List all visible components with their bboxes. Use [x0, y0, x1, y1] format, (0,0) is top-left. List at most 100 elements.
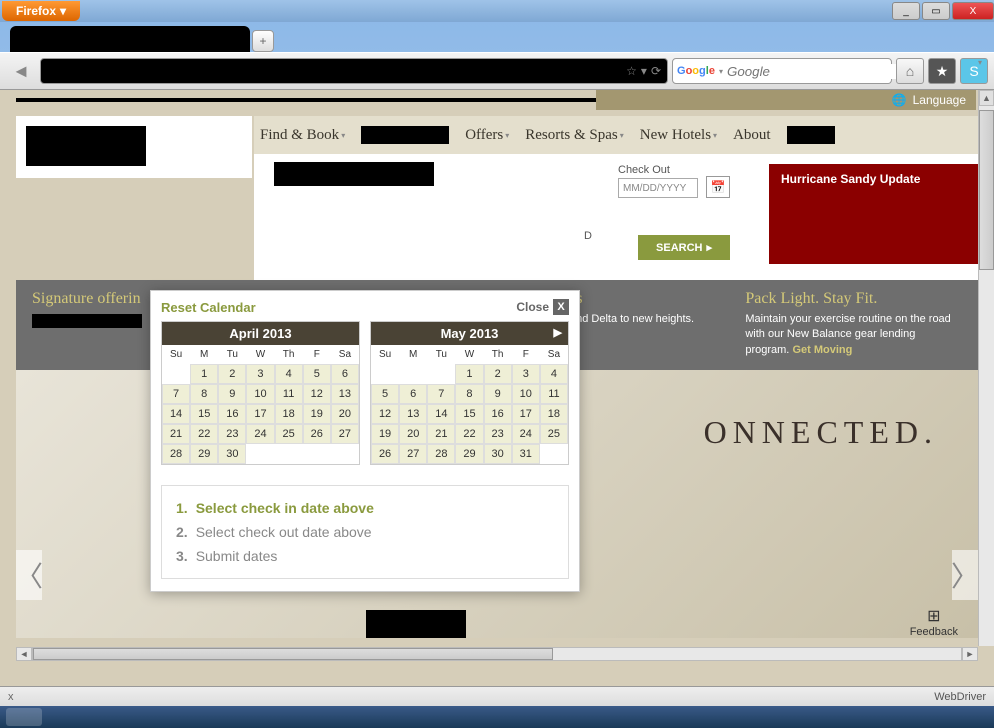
calendar-day[interactable]: 4 — [275, 364, 303, 384]
calendar-day[interactable]: 2 — [484, 364, 512, 384]
back-button[interactable]: ◄ — [6, 57, 36, 85]
calendar-day[interactable]: 6 — [399, 384, 427, 404]
calendar-day[interactable]: 4 — [540, 364, 568, 384]
calendar-day[interactable]: 30 — [218, 444, 246, 464]
calendar-day[interactable]: 5 — [303, 364, 331, 384]
calendar-day[interactable]: 13 — [399, 404, 427, 424]
calendar-day[interactable]: 9 — [484, 384, 512, 404]
logo[interactable] — [26, 126, 146, 166]
calendar-day[interactable]: 17 — [512, 404, 540, 424]
calendar-day[interactable]: 22 — [455, 424, 483, 444]
calendar-day[interactable]: 10 — [246, 384, 274, 404]
status-close-icon[interactable]: x — [8, 691, 14, 703]
calendar-day[interactable]: 23 — [484, 424, 512, 444]
calendar-day[interactable]: 7 — [427, 384, 455, 404]
carousel-prev-button[interactable]: 〈 — [16, 550, 42, 600]
calendar-day[interactable]: 12 — [303, 384, 331, 404]
calendar-day[interactable]: 6 — [331, 364, 359, 384]
feedback-button[interactable]: ⊞ Feedback — [910, 606, 958, 638]
checkout-input[interactable] — [618, 178, 698, 198]
calendar-day[interactable]: 29 — [455, 444, 483, 464]
dropdown-icon[interactable]: ▾ — [719, 67, 723, 76]
calendar-day[interactable]: 27 — [331, 424, 359, 444]
calendar-day[interactable]: 18 — [275, 404, 303, 424]
home-button[interactable]: ⌂ — [896, 58, 924, 84]
maximize-button[interactable]: ▭ — [922, 2, 950, 20]
calendar-day[interactable]: 28 — [162, 444, 190, 464]
calendar-day[interactable]: 13 — [331, 384, 359, 404]
calendar-day[interactable]: 27 — [399, 444, 427, 464]
start-button[interactable] — [6, 708, 42, 726]
calendar-day[interactable]: 3 — [246, 364, 274, 384]
alert-box[interactable]: Hurricane Sandy Update — [769, 164, 979, 264]
dropdown-icon[interactable]: ▾ — [641, 64, 647, 78]
scroll-right-button[interactable]: ► — [962, 647, 978, 661]
calendar-day[interactable]: 10 — [512, 384, 540, 404]
calendar-icon[interactable]: 📅 — [706, 176, 730, 198]
calendar-day[interactable]: 20 — [331, 404, 359, 424]
scroll-thumb[interactable] — [979, 110, 994, 270]
carousel-next-button[interactable]: 〉 — [952, 550, 978, 600]
horizontal-scrollbar[interactable]: ◄ ► — [16, 646, 978, 662]
minimize-button[interactable]: _ — [892, 2, 920, 20]
calendar-day[interactable]: 14 — [427, 404, 455, 424]
vertical-scrollbar[interactable]: ▲ — [978, 90, 994, 646]
calendar-day[interactable]: 16 — [218, 404, 246, 424]
skype-icon[interactable]: S — [960, 58, 988, 84]
calendar-day[interactable]: 23 — [218, 424, 246, 444]
calendar-day[interactable]: 26 — [371, 444, 399, 464]
language-link[interactable]: Language — [913, 93, 966, 107]
calendar-day[interactable]: 7 — [162, 384, 190, 404]
calendar-day[interactable]: 3 — [512, 364, 540, 384]
calendar-day[interactable]: 22 — [190, 424, 218, 444]
calendar-day[interactable]: 1 — [190, 364, 218, 384]
calendar-day[interactable]: 15 — [455, 404, 483, 424]
calendar-day[interactable]: 15 — [190, 404, 218, 424]
calendar-day[interactable]: 28 — [427, 444, 455, 464]
new-tab-button[interactable]: + — [252, 30, 274, 52]
calendar-day[interactable]: 21 — [162, 424, 190, 444]
nav-new-hotels[interactable]: New Hotels▾ — [640, 127, 717, 144]
calendar-day[interactable]: 30 — [484, 444, 512, 464]
search-button[interactable]: SEARCH▸ — [638, 235, 730, 260]
taskbar[interactable] — [0, 706, 994, 728]
calendar-day[interactable]: 29 — [190, 444, 218, 464]
calendar-day[interactable]: 9 — [218, 384, 246, 404]
calendar-day[interactable]: 31 — [512, 444, 540, 464]
reset-calendar-link[interactable]: Reset Calendar — [161, 300, 256, 315]
nav-offers[interactable]: Offers▾ — [465, 127, 509, 144]
firefox-menu-button[interactable]: Firefox▾ — [2, 1, 80, 21]
calendar-day[interactable]: 20 — [399, 424, 427, 444]
calendar-day[interactable]: 19 — [303, 404, 331, 424]
calendar-day[interactable]: 1 — [455, 364, 483, 384]
nav-resorts[interactable]: Resorts & Spas▾ — [525, 127, 624, 144]
nav-about[interactable]: About — [733, 127, 771, 144]
calendar-day[interactable]: 2 — [218, 364, 246, 384]
scroll-track[interactable] — [32, 647, 962, 661]
scroll-up-button[interactable]: ▲ — [979, 90, 994, 106]
calendar-day[interactable]: 8 — [455, 384, 483, 404]
calendar-day[interactable]: 17 — [246, 404, 274, 424]
calendar-day[interactable]: 24 — [246, 424, 274, 444]
nav-find-book[interactable]: Find & Book▾ — [260, 127, 345, 144]
calendar-day[interactable]: 25 — [540, 424, 568, 444]
tabs-overflow-icon[interactable]: ▾ — [978, 58, 982, 67]
scroll-left-button[interactable]: ◄ — [16, 647, 32, 661]
close-calendar-button[interactable]: CloseX — [516, 299, 569, 315]
next-month-button[interactable]: ▶ — [554, 326, 562, 339]
search-bar[interactable]: Google ▾ 🔍 — [672, 58, 892, 84]
calendar-day[interactable]: 16 — [484, 404, 512, 424]
calendar-day[interactable]: 18 — [540, 404, 568, 424]
url-bar[interactable]: ☆ ▾ ⟳ — [40, 58, 668, 84]
calendar-day[interactable]: 24 — [512, 424, 540, 444]
browser-tab[interactable] — [10, 26, 250, 52]
calendar-day[interactable]: 19 — [371, 424, 399, 444]
calendar-day[interactable]: 8 — [190, 384, 218, 404]
calendar-day[interactable]: 21 — [427, 424, 455, 444]
search-input[interactable] — [727, 64, 906, 79]
close-button[interactable]: X — [952, 2, 994, 20]
calendar-day[interactable]: 12 — [371, 404, 399, 424]
calendar-day[interactable]: 11 — [540, 384, 568, 404]
bookmarks-button[interactable]: ★ — [928, 58, 956, 84]
scroll-thumb[interactable] — [33, 648, 553, 660]
